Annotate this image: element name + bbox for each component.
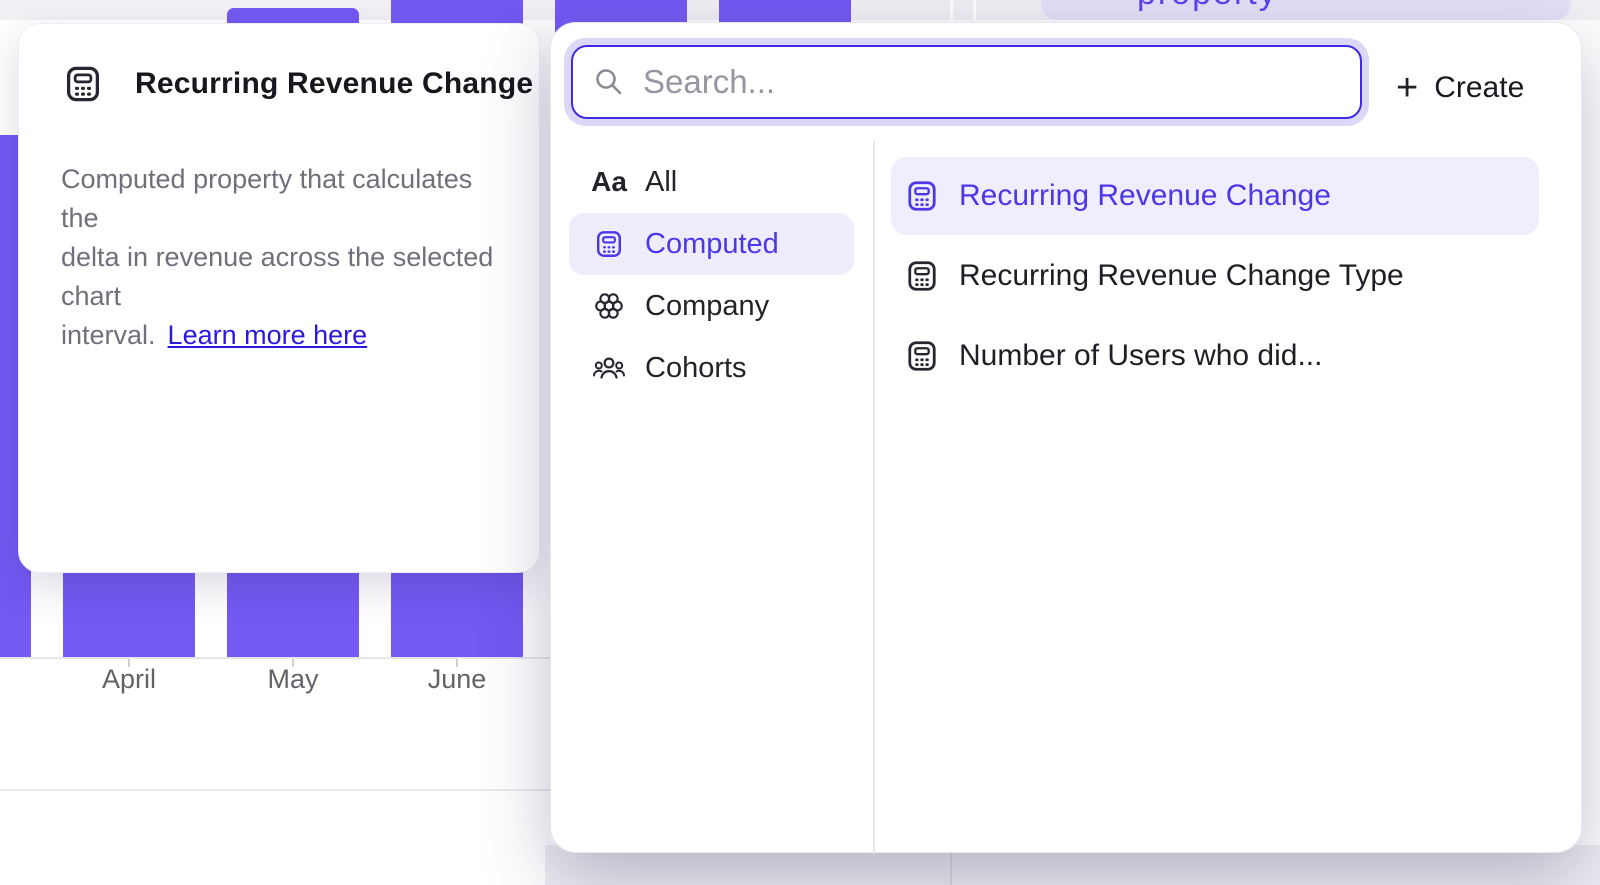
create-button[interactable]: + Create — [1396, 63, 1524, 113]
calculator-icon — [63, 64, 103, 104]
property-tooltip-card: Recurring Revenue Change Computed proper… — [18, 23, 540, 573]
property-search-modal: + Create Aa All Computed Company Cohorts — [550, 22, 1582, 853]
company-cluster-icon — [591, 290, 627, 322]
category-company[interactable]: Company — [569, 275, 854, 337]
cohorts-people-icon — [591, 351, 627, 385]
learn-more-link[interactable]: Learn more here — [168, 320, 368, 350]
tooltip-description: Computed property that calculates the de… — [61, 160, 511, 355]
axis-label-may: May — [223, 664, 363, 695]
tooltip-description-line: Computed property that calculates the — [61, 160, 511, 238]
search-results-list: Recurring Revenue Change Recurring Reven… — [891, 157, 1539, 397]
calculator-icon — [905, 259, 939, 293]
axis-label-april: April — [59, 664, 199, 695]
search-bar[interactable] — [571, 45, 1362, 119]
result-recurring-revenue-change[interactable]: Recurring Revenue Change — [891, 157, 1539, 235]
result-recurring-revenue-change-type[interactable]: Recurring Revenue Change Type — [891, 237, 1539, 315]
text-aa-icon: Aa — [591, 166, 627, 198]
plus-icon: + — [1396, 69, 1418, 107]
background-highlighted-row: property — [1041, 0, 1571, 20]
tooltip-description-line: delta in revenue across the selected cha… — [61, 238, 511, 316]
search-icon — [593, 66, 625, 98]
calculator-icon — [905, 179, 939, 213]
modal-column-divider — [873, 141, 875, 854]
axis-tick — [292, 659, 294, 667]
tooltip-title: Recurring Revenue Change — [135, 67, 533, 101]
search-input[interactable] — [643, 63, 1340, 101]
background-panel-divider — [973, 0, 976, 20]
axis-tick — [456, 659, 458, 667]
tooltip-description-line: interval.Learn more here — [61, 316, 511, 355]
clipped-text-fragment: property — [1137, 0, 1278, 13]
category-cohorts[interactable]: Cohorts — [569, 337, 854, 399]
axis-label-june: June — [387, 664, 527, 695]
calculator-icon — [905, 339, 939, 373]
calculator-icon — [591, 229, 627, 259]
background-panel-divider — [950, 0, 953, 20]
search-focus-ring — [564, 38, 1369, 126]
category-all[interactable]: Aa All — [569, 151, 854, 213]
result-number-of-users[interactable]: Number of Users who did... — [891, 317, 1539, 395]
axis-tick — [128, 659, 130, 667]
category-sidebar: Aa All Computed Company Cohorts — [569, 151, 854, 399]
category-computed[interactable]: Computed — [569, 213, 854, 275]
